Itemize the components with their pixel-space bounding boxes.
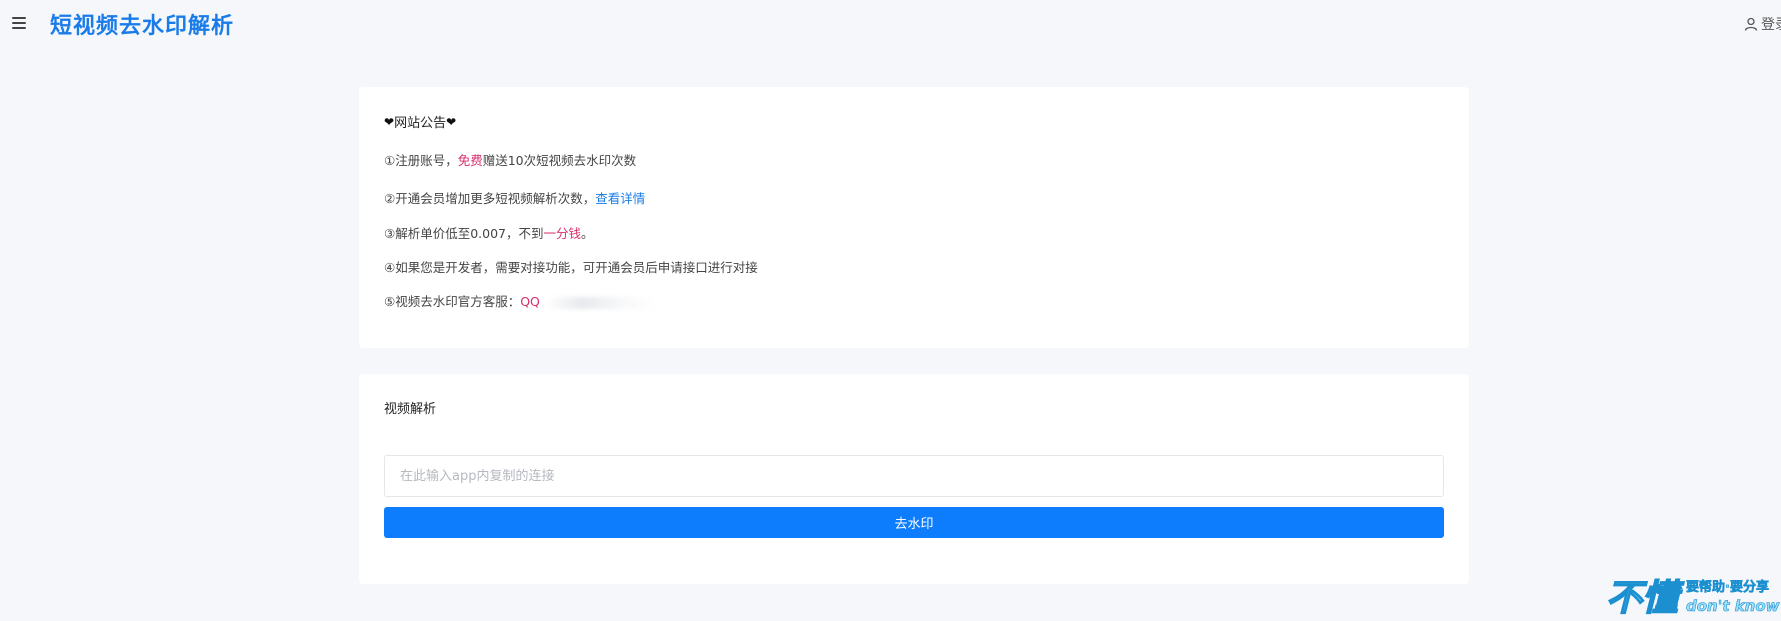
watermark-sub-text-2: don't know (1686, 597, 1780, 615)
watermark-logo: 不懂 要帮助·要分享 don't know (1605, 577, 1780, 620)
site-title[interactable]: 短视频去水印解析 (50, 8, 234, 40)
notice-title: ❤ 网站公告 ❤ (384, 112, 457, 132)
watermark-sub-text-1: 要帮助·要分享 (1686, 579, 1769, 595)
notice-line-5: ⑤视频去水印官方客服：QQ (384, 291, 656, 310)
parse-title: 视频解析 (384, 402, 437, 417)
notice-line-3: ③解析单价低至0.007，不到一分钱。 (384, 223, 594, 242)
redacted-qq-number (545, 296, 656, 309)
notice-line-1: ①注册账号，免费赠送10次短视频去水印次数 (384, 150, 636, 169)
top-bar: 短视频去水印解析 登录 (0, 0, 1781, 48)
notice-text: ②开通会员增加更多短视频解析次数， (384, 191, 596, 206)
heart-icon: ❤ (446, 114, 457, 129)
parse-card: 视频解析 去水印 (359, 374, 1469, 584)
notice-card: ❤ 网站公告 ❤ ①注册账号，免费赠送10次短视频去水印次数 ②开通会员增加更多… (359, 87, 1469, 348)
login-button[interactable]: 登录 (1744, 14, 1781, 34)
heart-icon: ❤ (384, 114, 395, 129)
qq-label: QQ (520, 294, 540, 309)
notice-text: ③解析单价低至0.007，不到 (384, 226, 544, 241)
login-label: 登录 (1761, 17, 1781, 33)
notice-line-2: ②开通会员增加更多短视频解析次数，查看详情 (384, 188, 645, 207)
free-highlight: 免费 (457, 153, 483, 168)
remove-watermark-button[interactable]: 去水印 (384, 507, 1444, 538)
user-icon (1744, 17, 1758, 31)
notice-line-4: ④如果您是开发者，需要对接功能，可开通会员后申请接口进行对接 (384, 260, 758, 275)
notice-text: ①注册账号， (384, 153, 458, 168)
notice-text: ⑤视频去水印官方客服： (384, 294, 521, 309)
price-highlight: 一分钱 (543, 226, 582, 241)
notice-text: 赠送10次短视频去水印次数 (482, 153, 637, 168)
notice-text: 。 (581, 226, 594, 241)
video-url-input[interactable] (384, 455, 1444, 497)
view-details-link[interactable]: 查看详情 (595, 191, 645, 206)
hamburger-menu-icon[interactable] (12, 17, 26, 29)
notice-title-text: 网站公告 (394, 116, 447, 131)
watermark-main-text: 不懂 (1606, 578, 1685, 619)
